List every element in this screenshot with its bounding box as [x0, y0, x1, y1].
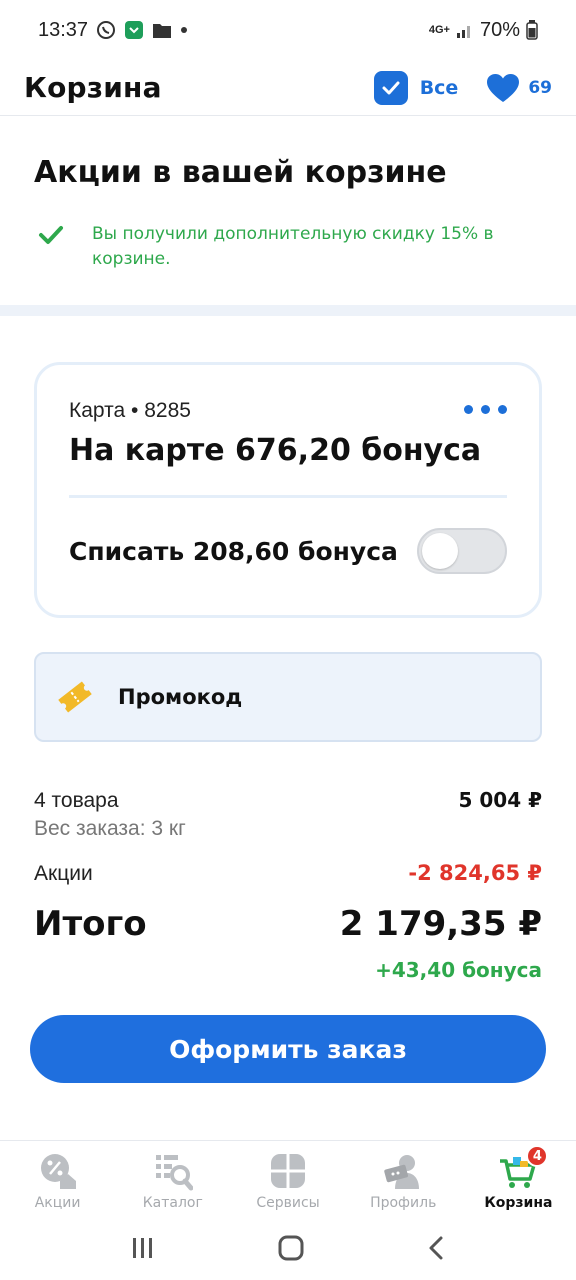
- status-bar: 13:37 4G+ 70%: [0, 0, 576, 60]
- promotions-section: Акции в вашей корзине Вы получили дополн…: [0, 117, 576, 305]
- bonus-writeoff-label: Списать 208,60 бонуса: [69, 536, 398, 566]
- total-value: 2 179,35 ₽: [339, 904, 542, 944]
- tab-services[interactable]: Сервисы: [230, 1141, 345, 1220]
- check-icon: [39, 226, 63, 244]
- bonus-card: Карта • 8285 На карте 676,20 бонуса Спис…: [34, 362, 542, 618]
- select-all-label: Все: [419, 76, 459, 99]
- app-header: Корзина Все 69: [0, 60, 576, 116]
- tab-label: Сервисы: [256, 1195, 320, 1211]
- cart-badge: 4: [526, 1145, 549, 1167]
- signal-icon: [456, 21, 474, 39]
- section-divider: [0, 305, 576, 316]
- discount-value: -2 824,65 ₽: [408, 861, 542, 885]
- more-notifications-dot-icon: [180, 26, 188, 34]
- tab-label: Акции: [34, 1195, 81, 1211]
- promotion-note-text: Вы получили дополнительную скидку 15% в …: [92, 224, 494, 269]
- tab-profile[interactable]: Профиль: [346, 1141, 461, 1220]
- card-divider: [69, 495, 507, 498]
- recent-apps-icon[interactable]: [131, 1237, 155, 1263]
- heart-icon: [487, 73, 520, 102]
- tab-cart[interactable]: 4 Корзина: [461, 1141, 576, 1220]
- favorites-button[interactable]: 69: [486, 73, 552, 103]
- app-notification-icon: [124, 20, 144, 40]
- status-time: 13:37: [38, 18, 89, 41]
- earned-bonus: +43,40 бонуса: [375, 958, 542, 982]
- bonus-writeoff-toggle[interactable]: [417, 528, 507, 574]
- services-icon: [268, 1151, 308, 1191]
- tab-label: Корзина: [484, 1195, 553, 1211]
- checkmark-icon: [382, 81, 400, 94]
- catalog-icon: [153, 1151, 193, 1191]
- tab-label: Профиль: [370, 1195, 437, 1211]
- items-count: 4 товара: [34, 789, 119, 812]
- cart-icon: 4: [498, 1145, 549, 1191]
- system-nav-bar: [0, 1220, 576, 1280]
- checkout-button[interactable]: Оформить заказ: [30, 1015, 546, 1083]
- ticket-icon: [58, 681, 92, 713]
- profile-icon: [383, 1151, 423, 1191]
- select-all-checkbox[interactable]: [373, 70, 408, 105]
- card-balance: На карте 676,20 бонуса: [69, 433, 482, 468]
- select-all-toggle[interactable]: Все: [373, 70, 459, 105]
- order-summary: 4 товара 5 004 ₽ Вес заказа: 3 кг Акции …: [34, 788, 542, 982]
- promotion-note: Вы получили дополнительную скидку 15% в …: [34, 222, 542, 272]
- network-type: 4G+: [428, 24, 450, 36]
- home-icon[interactable]: [278, 1235, 304, 1265]
- tab-label: Каталог: [142, 1195, 203, 1211]
- viber-icon: [96, 20, 116, 40]
- bottom-tab-bar: Акции Каталог Сервисы Профиль 4 Корзина: [0, 1140, 576, 1220]
- page-title: Корзина: [24, 71, 162, 104]
- promotions-title: Акции в вашей корзине: [34, 155, 447, 190]
- promocode-button[interactable]: Промокод: [34, 652, 542, 742]
- favorites-count: 69: [528, 77, 552, 98]
- folder-icon: [152, 21, 172, 39]
- battery-icon: [526, 20, 538, 40]
- back-icon[interactable]: [427, 1235, 445, 1265]
- card-more-icon[interactable]: [464, 405, 507, 414]
- toggle-knob: [422, 533, 458, 569]
- promocode-label: Промокод: [118, 685, 243, 709]
- discount-label: Акции: [34, 862, 93, 885]
- order-weight: Вес заказа: 3 кг: [34, 817, 186, 840]
- tab-catalog[interactable]: Каталог: [115, 1141, 230, 1220]
- tab-promotions[interactable]: Акции: [0, 1141, 115, 1220]
- total-label: Итого: [34, 904, 147, 944]
- items-price: 5 004 ₽: [458, 788, 542, 812]
- percent-icon: [38, 1151, 78, 1191]
- card-number: Карта • 8285: [69, 399, 191, 422]
- battery-percent: 70%: [479, 18, 520, 41]
